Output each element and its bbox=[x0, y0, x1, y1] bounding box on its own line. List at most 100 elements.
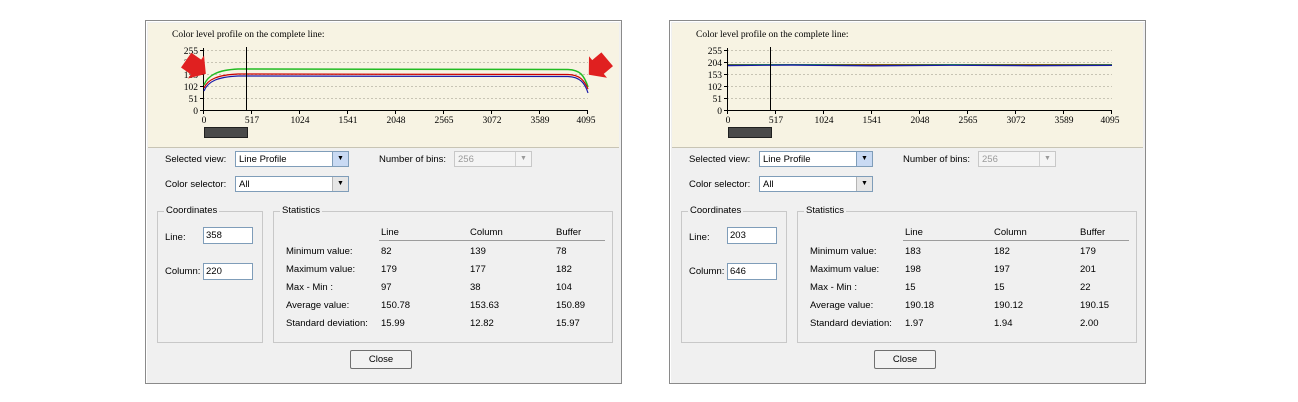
stat-cell: 22 bbox=[1080, 282, 1091, 293]
line-field[interactable]: 203 bbox=[727, 227, 777, 244]
column-field[interactable]: 646 bbox=[727, 263, 777, 280]
green-channel-line bbox=[203, 68, 589, 88]
coordinates-title: Coordinates bbox=[164, 205, 220, 216]
y-tick-label: 153 bbox=[708, 71, 723, 81]
selected-view-value: Line Profile bbox=[763, 154, 811, 165]
coordinates-title: Coordinates bbox=[688, 205, 744, 216]
x-tick-label: 517 bbox=[245, 116, 260, 126]
number-of-bins-dropdown[interactable]: 256 ▼ bbox=[454, 151, 532, 167]
y-tick-label: 102 bbox=[184, 83, 199, 93]
stat-cell: 139 bbox=[470, 246, 486, 257]
stat-cell: 15 bbox=[994, 282, 1005, 293]
chevron-down-icon[interactable]: ▼ bbox=[515, 152, 531, 166]
x-tick-label: 517 bbox=[769, 116, 784, 126]
color-selector-value: All bbox=[763, 179, 774, 190]
line-profile-dialog-left: 255 204 153 102 51 0 0 517 1024 1541 204… bbox=[145, 20, 622, 384]
line-field[interactable]: 358 bbox=[203, 227, 253, 244]
stat-cell: 150.89 bbox=[556, 300, 586, 311]
stat-cell: 179 bbox=[381, 264, 397, 275]
close-button[interactable]: Close bbox=[350, 350, 412, 369]
column-label: Column: bbox=[165, 266, 201, 277]
stat-row-label: Standard deviation: bbox=[810, 318, 892, 329]
x-tick-label: 4095 bbox=[1101, 116, 1120, 126]
stat-header-divider bbox=[903, 240, 1129, 241]
x-tick-label: 2565 bbox=[959, 116, 978, 126]
stat-header-line: Line bbox=[381, 227, 399, 238]
close-button[interactable]: Close bbox=[874, 350, 936, 369]
x-tick-label: 3072 bbox=[483, 116, 502, 126]
column-label: Column: bbox=[689, 266, 725, 277]
blue-channel-line bbox=[727, 64, 1113, 67]
stat-row-label: Maximum value: bbox=[286, 264, 356, 275]
chevron-down-icon[interactable]: ▼ bbox=[332, 177, 348, 191]
line-value: 203 bbox=[730, 230, 746, 241]
stat-header-line: Line bbox=[905, 227, 923, 238]
color-selector-dropdown[interactable]: All ▼ bbox=[235, 176, 349, 192]
stat-cell: 82 bbox=[381, 246, 392, 257]
plot-title: Color level profile on the complete line… bbox=[696, 29, 848, 40]
column-field[interactable]: 220 bbox=[203, 263, 253, 280]
stat-cell: 182 bbox=[994, 246, 1010, 257]
stat-header-buffer: Buffer bbox=[556, 227, 582, 238]
color-selector-dropdown[interactable]: All ▼ bbox=[759, 176, 873, 192]
stat-cell: 177 bbox=[470, 264, 486, 275]
x-tick-label: 2048 bbox=[911, 116, 930, 126]
x-tick-label: 3589 bbox=[1055, 116, 1074, 126]
stat-cell: 2.00 bbox=[1080, 318, 1099, 329]
stat-cell: 198 bbox=[905, 264, 921, 275]
position-slider-thumb[interactable] bbox=[204, 127, 248, 138]
number-of-bins-value: 256 bbox=[458, 154, 474, 165]
chevron-down-icon[interactable]: ▼ bbox=[332, 152, 348, 166]
stat-row-label: Average value: bbox=[286, 300, 350, 311]
x-tick-label: 3072 bbox=[1007, 116, 1026, 126]
stat-cell: 190.18 bbox=[905, 300, 935, 311]
stat-cell: 197 bbox=[994, 264, 1010, 275]
chevron-down-icon[interactable]: ▼ bbox=[1039, 152, 1055, 166]
stat-header-column: Column bbox=[470, 227, 503, 238]
stat-header-buffer: Buffer bbox=[1080, 227, 1106, 238]
y-tick-label: 51 bbox=[713, 95, 723, 105]
column-value: 220 bbox=[206, 266, 222, 277]
stat-cell: 15.97 bbox=[556, 318, 580, 329]
line-profile-dialog-right: 255 204 153 102 51 0 0 517 1024 1541 204… bbox=[669, 20, 1146, 384]
chevron-down-icon[interactable]: ▼ bbox=[856, 152, 872, 166]
statistics-title: Statistics bbox=[280, 205, 323, 216]
stat-cell: 190.12 bbox=[994, 300, 1024, 311]
color-selector-value: All bbox=[239, 179, 250, 190]
color-level-plot: 255 204 153 102 51 0 0 517 1024 1541 204… bbox=[672, 23, 1143, 148]
stat-row-label: Average value: bbox=[810, 300, 874, 311]
line-label: Line: bbox=[689, 232, 710, 243]
chevron-down-icon[interactable]: ▼ bbox=[856, 177, 872, 191]
selected-view-dropdown[interactable]: Line Profile ▼ bbox=[235, 151, 349, 167]
statistics-title: Statistics bbox=[804, 205, 847, 216]
position-slider-thumb[interactable] bbox=[728, 127, 772, 138]
stat-cell: 183 bbox=[905, 246, 921, 257]
line-label: Line: bbox=[165, 232, 186, 243]
stat-cell: 201 bbox=[1080, 264, 1096, 275]
stat-cell: 153.63 bbox=[470, 300, 500, 311]
selected-view-dropdown[interactable]: Line Profile ▼ bbox=[759, 151, 873, 167]
stat-cell: 182 bbox=[556, 264, 572, 275]
column-value: 646 bbox=[730, 266, 746, 277]
y-tick-label: 255 bbox=[708, 47, 723, 57]
x-tick-label: 3589 bbox=[531, 116, 550, 126]
line-value: 358 bbox=[206, 230, 222, 241]
number-of-bins-label: Number of bins: bbox=[379, 154, 447, 165]
stat-row-label: Maximum value: bbox=[810, 264, 880, 275]
stat-cell: 15.99 bbox=[381, 318, 405, 329]
stat-header-column: Column bbox=[994, 227, 1027, 238]
stat-row-label: Minimum value: bbox=[286, 246, 353, 257]
x-tick-label: 0 bbox=[202, 116, 207, 126]
stat-row-label: Standard deviation: bbox=[286, 318, 368, 329]
stat-cell: 150.78 bbox=[381, 300, 411, 311]
stat-header-divider bbox=[379, 240, 605, 241]
stat-row-label: Minimum value: bbox=[810, 246, 877, 257]
selected-view-value: Line Profile bbox=[239, 154, 287, 165]
selected-view-label: Selected view: bbox=[165, 154, 227, 165]
stat-row-label: Max - Min : bbox=[810, 282, 857, 293]
y-tick-label: 0 bbox=[193, 107, 198, 117]
y-tick-label: 204 bbox=[708, 59, 723, 69]
number-of-bins-dropdown[interactable]: 256 ▼ bbox=[978, 151, 1056, 167]
stat-row-label: Max - Min : bbox=[286, 282, 333, 293]
x-tick-label: 1024 bbox=[291, 116, 310, 126]
